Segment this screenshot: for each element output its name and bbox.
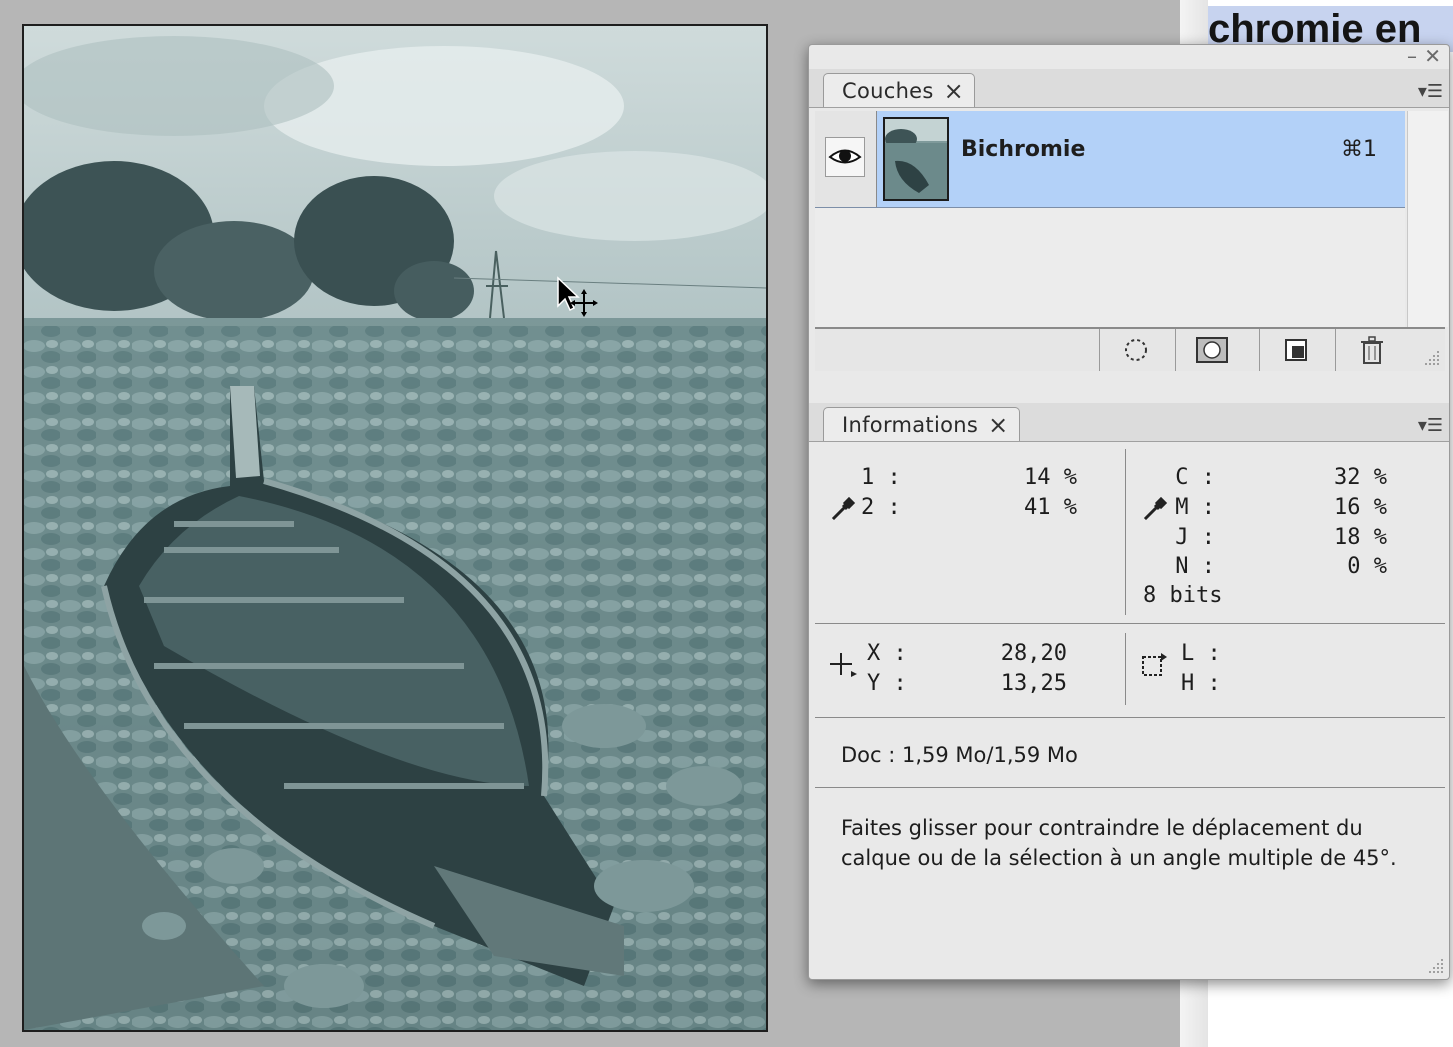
y-label: Y :	[867, 671, 907, 696]
dotted-circle-icon	[1125, 339, 1147, 361]
tab-informations[interactable]: Informations ×	[823, 407, 1020, 441]
floating-palette[interactable]: – ✕ Couches × ▾☰ Bichromie ⌘1 Informatio…	[808, 44, 1450, 980]
move-cursor-icon	[557, 276, 598, 317]
y-value: 13,25	[1000, 671, 1067, 696]
panel-menu-icon[interactable]: ▾☰	[1418, 415, 1443, 436]
channel-2-value: 41 %	[1024, 495, 1077, 520]
bit-depth: 8 bits	[1143, 583, 1223, 608]
yellow-label: J :	[1175, 525, 1215, 550]
x-value: 28,20	[1000, 641, 1067, 666]
palette-titlebar[interactable]: – ✕	[809, 45, 1449, 67]
channel-1-value: 14 %	[1024, 465, 1077, 490]
black-label: N :	[1175, 554, 1215, 579]
panel-menu-icon[interactable]: ▾☰	[1418, 81, 1443, 102]
channel-row-bichromie[interactable]: Bichromie ⌘1	[815, 111, 1405, 208]
x-label: X :	[867, 641, 907, 666]
document-image[interactable]	[22, 24, 768, 1032]
height-label: H :	[1181, 671, 1221, 696]
visibility-cell[interactable]	[815, 111, 877, 207]
magenta-value: 16 %	[1334, 495, 1387, 520]
magenta-label: M :	[1175, 495, 1215, 520]
eyedropper-icon[interactable]	[829, 495, 857, 523]
channel-list: Bichromie ⌘1	[815, 111, 1405, 327]
couches-button-bar	[815, 327, 1445, 371]
document-size-status: Doc : 1,59 Mo/1,59 Mo	[841, 743, 1078, 767]
delete-channel-button[interactable]	[1335, 329, 1408, 371]
trash-icon	[1361, 336, 1383, 364]
yellow-value: 18 %	[1334, 525, 1387, 550]
crosshair-icon[interactable]	[829, 651, 859, 681]
resize-grip-icon[interactable]	[1421, 347, 1441, 367]
channel-1-label: 1 :	[861, 465, 901, 490]
width-label: L :	[1181, 641, 1221, 666]
cyan-label: C :	[1175, 465, 1215, 490]
couches-tabstrip: Couches × ▾☰	[809, 69, 1449, 108]
new-page-icon	[1285, 339, 1307, 361]
close-palette-button[interactable]: ✕	[1424, 46, 1441, 66]
new-channel-button[interactable]	[1259, 329, 1332, 371]
channel-list-scrollbar[interactable]	[1407, 111, 1448, 327]
tab-couches[interactable]: Couches ×	[823, 73, 976, 107]
minimize-button[interactable]: –	[1407, 46, 1417, 66]
resize-grip-icon[interactable]	[1425, 955, 1445, 975]
close-icon[interactable]: ×	[988, 413, 1008, 437]
channel-thumbnail[interactable]	[883, 117, 949, 201]
channel-2-label: 2 :	[861, 495, 901, 520]
channel-shortcut: ⌘1	[1341, 137, 1377, 162]
channel-name: Bichromie	[961, 137, 1086, 162]
black-value: 0 %	[1347, 554, 1387, 579]
channel-mask-icon	[1196, 337, 1228, 363]
close-icon[interactable]: ×	[944, 79, 964, 103]
tab-informations-label: Informations	[842, 412, 979, 437]
selection-size-icon[interactable]	[1139, 651, 1169, 681]
cyan-value: 32 %	[1334, 465, 1387, 490]
tab-couches-label: Couches	[842, 78, 934, 103]
save-selection-button[interactable]	[1175, 329, 1248, 371]
tool-hint-text: Faites glisser pour contraindre le dépla…	[841, 816, 1397, 870]
eye-icon[interactable]	[826, 138, 864, 176]
informations-tabstrip: Informations × ▾☰	[809, 403, 1449, 442]
load-selection-button[interactable]	[1099, 329, 1172, 371]
